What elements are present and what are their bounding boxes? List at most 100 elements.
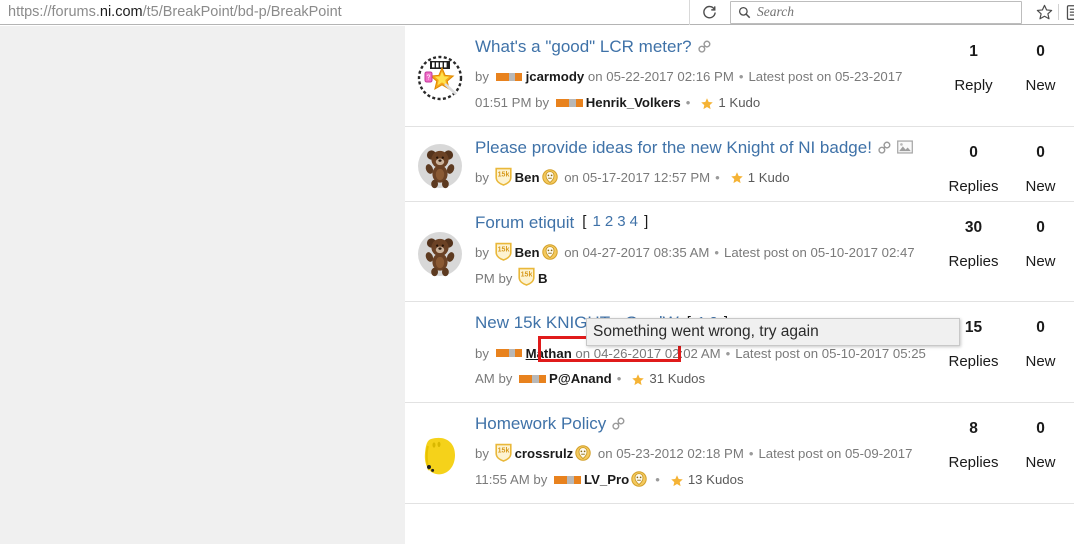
- topic-title-link[interactable]: What's a "good" LCR meter?: [475, 36, 692, 57]
- topic-kudos-count: 1 Kudo: [718, 94, 761, 110]
- topic-meta: by 15k crossrulz on 05-23-2012 02:18 PM • L…: [475, 441, 936, 492]
- topic-title: Homework Policy: [475, 413, 936, 434]
- meta-separator: •: [616, 371, 622, 387]
- topic-count-new-label: New: [1025, 454, 1056, 472]
- topic-count-new: 0 New: [1007, 141, 1074, 201]
- meta-by-label: by: [475, 69, 493, 85]
- image-icon[interactable]: [897, 140, 913, 154]
- topic-count-replies-label: Replies: [948, 454, 999, 472]
- topic-kudos-count: 13 Kudos: [687, 472, 744, 488]
- topic-count-new-label: New: [1025, 252, 1056, 270]
- topic-latest-author-link[interactable]: LV_Pro: [584, 472, 629, 487]
- meta-separator: •: [748, 446, 754, 462]
- topic-meta: by jcarmody on 05-22-2017 02:16 PM • Lates…: [475, 64, 936, 115]
- topic-row: ? What's a "good" LCR meter? by jcarmody o…: [405, 26, 1074, 127]
- library-icon[interactable]: [1059, 0, 1074, 25]
- topic-count-new-value: 0: [1036, 43, 1045, 60]
- knight-helmet-icon: [541, 168, 558, 194]
- browser-toolbar: https://forums. ni.com/t5/BreakPoint/bd-p…: [0, 0, 1074, 25]
- topic-count-new-label: New: [1025, 177, 1056, 195]
- meta-by-label: by: [475, 446, 493, 462]
- topic-author-link[interactable]: Ben: [515, 245, 540, 260]
- url-prefix: https://forums.: [8, 4, 100, 20]
- topic-latest-author-link[interactable]: Henrik_Volkers: [586, 95, 681, 110]
- kudo-star-icon: [730, 171, 744, 185]
- topic-latest-author-link[interactable]: P@Anand: [549, 371, 612, 386]
- rank-blocks-icon: [554, 475, 581, 484]
- meta-on-label: on: [564, 169, 583, 185]
- search-input[interactable]: Search: [730, 0, 1022, 24]
- meta-on-label: on: [597, 446, 617, 462]
- topic-latest-author-link[interactable]: B: [538, 271, 548, 286]
- meta-latest-label: Latest post on: [748, 69, 835, 85]
- topic-kudos-count: 1 Kudo: [747, 169, 790, 185]
- topic-meta: by 15k Ben on 04-27-2017 08:35 AM • Latest …: [475, 240, 936, 291]
- topic-counts: 1 Reply 0 New: [940, 26, 1074, 126]
- star-wand-avatar: ?: [417, 55, 463, 101]
- meta-separator: •: [685, 94, 691, 110]
- topic-page-link[interactable]: 2: [605, 213, 613, 230]
- rank-blocks-icon: [555, 98, 583, 107]
- topic-title-link[interactable]: Forum etiquit: [475, 212, 574, 233]
- topic-list: ? What's a "good" LCR meter? by jcarmody o…: [405, 26, 1074, 504]
- knight-helmet-icon: [541, 243, 558, 269]
- badge-15k-icon: 15k: [494, 443, 512, 471]
- topic-page-link[interactable]: 4: [630, 213, 638, 230]
- topic-count-replies: 30 Replies: [940, 216, 1007, 302]
- topic-count-replies-value: 8: [969, 420, 978, 438]
- teddy-bear-avatar: [417, 231, 463, 277]
- topic-posted-date: 04-27-2017 08:35 AM: [582, 244, 710, 260]
- topic-title-link[interactable]: Please provide ideas for the new Knight …: [475, 137, 872, 158]
- url-suffix: /t5/BreakPoint/bd-p/BreakPoint: [142, 4, 342, 20]
- topic-count-replies-label: Replies: [948, 353, 999, 371]
- link-icon[interactable]: [697, 39, 712, 54]
- topic-page-link[interactable]: 3: [617, 213, 625, 230]
- topic-posted-date: 04-26-2017 02:02 AM: [593, 345, 721, 361]
- topic-avatar-cell: [405, 127, 475, 201]
- meta-latest-label: Latest post on: [735, 345, 822, 361]
- badge-15k-icon: 15k: [518, 267, 535, 295]
- svg-text:15k: 15k: [497, 246, 509, 253]
- topic-author-link[interactable]: Mathan: [526, 346, 572, 361]
- meta-separator: •: [715, 169, 720, 185]
- topic-page-link[interactable]: 1: [593, 213, 601, 230]
- reload-icon[interactable]: [690, 0, 728, 25]
- svg-text:?: ?: [427, 74, 431, 81]
- topic-count-replies-label: Replies: [948, 177, 999, 195]
- rank-blocks-icon: [519, 374, 546, 383]
- topic-count-new: 0 New: [1007, 40, 1074, 126]
- topic-main: Please provide ideas for the new Knight …: [475, 127, 940, 201]
- topic-avatar-cell: [405, 403, 475, 503]
- knight-helmet-icon: [631, 470, 647, 496]
- meta-separator: •: [738, 69, 744, 85]
- link-icon[interactable]: [877, 140, 892, 155]
- topic-author-link[interactable]: crossrulz: [515, 446, 574, 461]
- topic-count-replies-label: Reply: [954, 77, 993, 95]
- address-bar[interactable]: https://forums. ni.com/t5/BreakPoint/bd-p…: [0, 0, 690, 25]
- topic-count-new-label: New: [1025, 77, 1056, 95]
- topic-count-new-value: 0: [1036, 218, 1045, 236]
- topic-author-link[interactable]: jcarmody: [526, 69, 585, 84]
- meta-latest-label: Latest post on: [758, 446, 845, 462]
- topic-count-replies-value: 1: [969, 43, 978, 60]
- topic-count-new-value: 0: [1036, 420, 1045, 438]
- link-icon[interactable]: [611, 416, 626, 431]
- svg-text:15k: 15k: [521, 272, 533, 279]
- topic-count-new: 0 New: [1007, 216, 1074, 302]
- search-placeholder: Search: [757, 4, 794, 19]
- star-icon[interactable]: [1030, 0, 1058, 25]
- topic-author-link[interactable]: Ben: [515, 170, 540, 185]
- topic-meta: by Mathan on 04-26-2017 02:02 AM • Latest …: [475, 341, 936, 392]
- topic-meta: by 15k Ben on 05-17-2017 12:57 PM • 1 Kudo: [475, 165, 936, 191]
- meta-on-label: on: [564, 244, 583, 260]
- topic-avatar-cell: ?: [405, 26, 475, 126]
- topic-title-link[interactable]: Homework Policy: [475, 413, 606, 434]
- meta-latest-by-label: by: [533, 472, 551, 488]
- topic-row: Homework Policy by 15k crossrulz on 05-23-…: [405, 403, 1074, 504]
- topic-counts: 15 Replies 0 New: [940, 302, 1074, 402]
- topic-count-replies-value: 0: [969, 143, 978, 161]
- rank-blocks-icon: [495, 349, 523, 358]
- topic-count-replies: 1 Reply: [940, 40, 1007, 126]
- topic-title: What's a "good" LCR meter?: [475, 36, 936, 57]
- page-body: ? What's a "good" LCR meter? by jcarmody o…: [0, 26, 1074, 544]
